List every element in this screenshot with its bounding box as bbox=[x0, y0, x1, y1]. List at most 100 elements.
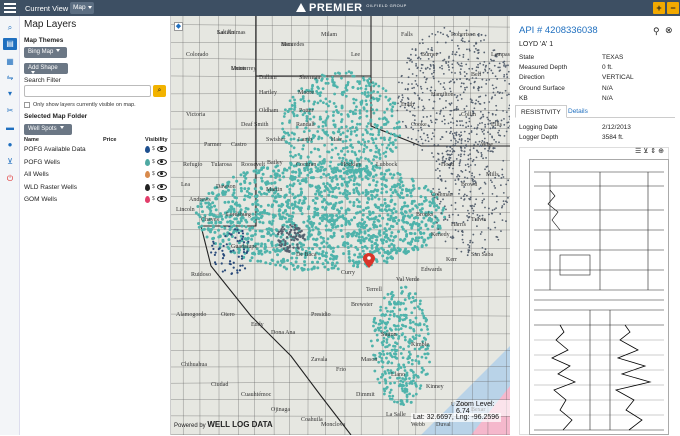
county-label: Cuauhtémoc bbox=[241, 392, 272, 398]
detail-value: N/A bbox=[602, 95, 613, 102]
county-label: Falls bbox=[401, 32, 413, 38]
user-icon[interactable]: ● bbox=[3, 139, 17, 151]
eye-pupil bbox=[160, 172, 163, 175]
eye-icon[interactable] bbox=[157, 171, 167, 177]
tools-icon[interactable]: ✂ bbox=[3, 105, 17, 117]
county-label: Guadalupe bbox=[231, 244, 257, 250]
log-tools-icon[interactable]: ☰ ⊻ ⇕ ⊕ bbox=[635, 147, 664, 155]
folder-select-button[interactable]: Well Spots bbox=[24, 124, 72, 135]
county-label: Randall bbox=[296, 122, 315, 128]
county-label: Edwards bbox=[421, 267, 443, 273]
county-label: Bell bbox=[471, 72, 481, 78]
folder-select-label: Well Spots bbox=[28, 126, 57, 132]
grid-icon[interactable]: ▦ bbox=[3, 56, 17, 68]
pin-icon[interactable]: ⚲ bbox=[653, 26, 660, 37]
power-icon[interactable]: ⏻ bbox=[3, 173, 17, 185]
county-label: Zavala bbox=[311, 357, 328, 363]
bing-map-button[interactable]: Bing Map bbox=[24, 47, 67, 58]
county-label: Martin bbox=[266, 187, 282, 193]
layer-color-icon bbox=[145, 196, 150, 203]
tab-details[interactable]: Details bbox=[563, 105, 593, 118]
icon-sidebar: ⌕ ▤ ▦ ⇋ ▾ ✂ ▬ ● ⊻ ⏻ bbox=[0, 16, 20, 435]
price-tag-icon[interactable]: $ bbox=[152, 146, 155, 152]
county-label: Deaf Smith bbox=[241, 121, 269, 128]
county-label: Moore bbox=[298, 90, 314, 96]
county-label: Kerr bbox=[446, 257, 457, 263]
panel-title: Map Layers bbox=[24, 19, 76, 30]
powered-by-label: Powered by bbox=[174, 423, 206, 429]
layer-name: POFG Available Data bbox=[24, 146, 86, 153]
county-label: Brooks bbox=[416, 212, 434, 218]
visible-only-checkbox[interactable] bbox=[24, 102, 30, 108]
tab-resistivity[interactable]: RESISTIVITY bbox=[515, 105, 567, 118]
county-label: Hood bbox=[441, 162, 454, 168]
api-number[interactable]: API # 4208336038 bbox=[519, 25, 598, 36]
county-label: Llano bbox=[391, 372, 405, 378]
price-tag-icon[interactable]: $ bbox=[152, 171, 155, 177]
layer-row[interactable]: All Wells$ bbox=[24, 169, 167, 181]
map-canvas[interactable]: Las AnimasBacaUnionDallamShermanHartleyM… bbox=[171, 16, 510, 435]
layer-color-icon bbox=[145, 146, 150, 153]
chevron-down-icon bbox=[31, 71, 35, 74]
eye-icon[interactable] bbox=[157, 184, 167, 190]
logger-depth-label: Logger Depth bbox=[519, 134, 558, 141]
county-label: Ellis bbox=[491, 122, 503, 128]
folder-icon[interactable]: ▬ bbox=[3, 122, 17, 134]
county-label: Refugio bbox=[183, 161, 202, 168]
search-input[interactable] bbox=[24, 85, 151, 97]
eye-icon[interactable] bbox=[157, 159, 167, 165]
layer-row[interactable]: POFG Wells$ bbox=[24, 157, 167, 169]
county-label: Cooke bbox=[411, 122, 427, 128]
view-select[interactable]: Map bbox=[70, 2, 94, 14]
zoom-in-button[interactable]: + bbox=[653, 2, 665, 14]
brand-logo: PREMIER OILFIELD GROUP bbox=[296, 2, 407, 14]
map-layer-toggle-icon[interactable]: ◆ bbox=[174, 22, 183, 31]
county-label: Ruidoso bbox=[191, 272, 211, 278]
log-image[interactable] bbox=[529, 159, 669, 435]
county-label: Lubbock bbox=[376, 162, 397, 168]
search-button[interactable]: ⌕ bbox=[153, 85, 166, 97]
layers-icon[interactable]: ▤ bbox=[3, 38, 17, 50]
layer-row[interactable]: WLD Raster Wells$ bbox=[24, 182, 167, 194]
detail-key: Direction bbox=[519, 74, 545, 81]
county-label: Ciudad bbox=[211, 382, 228, 388]
column-price: Price bbox=[103, 137, 116, 143]
layer-name: GOM Wells bbox=[24, 196, 57, 203]
map-svg[interactable]: Las AnimasBacaUnionDallamShermanHartleyM… bbox=[171, 16, 510, 435]
eye-icon[interactable] bbox=[157, 196, 167, 202]
add-shape-button[interactable]: Add Shape bbox=[24, 63, 68, 74]
county-label: Victoria bbox=[186, 112, 206, 118]
eye-icon[interactable] bbox=[157, 146, 167, 152]
county-label: Monterrey bbox=[231, 66, 256, 72]
brand-name: PREMIER bbox=[309, 2, 363, 14]
chevron-down-icon bbox=[88, 6, 92, 9]
county-label: Lea bbox=[181, 182, 190, 188]
price-tag-icon[interactable]: $ bbox=[152, 196, 155, 202]
menu-icon[interactable] bbox=[4, 3, 16, 13]
county-label: Tularosa bbox=[211, 162, 232, 168]
detail-row: KBN/A bbox=[519, 95, 669, 102]
search-icon[interactable]: ⌕ bbox=[3, 22, 17, 34]
county-label: Brewster bbox=[351, 302, 373, 308]
detail-row: Measured Depth0 ft. bbox=[519, 64, 669, 71]
logging-date-value: 2/12/2013 bbox=[602, 124, 631, 131]
chevron-down-icon bbox=[56, 49, 60, 52]
layer-row[interactable]: POFG Available Data $ bbox=[24, 144, 167, 156]
chevron-down-icon bbox=[60, 126, 64, 129]
themes-label: Map Themes bbox=[24, 37, 63, 44]
cart-icon[interactable]: ⊻ bbox=[3, 156, 17, 168]
county-label: San Saba bbox=[471, 252, 494, 258]
zoom-out-button[interactable]: − bbox=[667, 2, 679, 14]
filter-icon[interactable]: ▾ bbox=[3, 88, 17, 100]
layer-row[interactable]: GOM Wells $ bbox=[24, 194, 167, 206]
county-label: Saltillo bbox=[217, 30, 234, 36]
price-tag-icon[interactable]: $ bbox=[152, 184, 155, 190]
powered-by: Powered by WELL LOG DATA bbox=[174, 420, 273, 429]
price-tag-icon[interactable]: $ bbox=[152, 159, 155, 165]
close-icon[interactable]: ⊗ bbox=[665, 25, 673, 36]
county-label: Chaves bbox=[201, 217, 219, 223]
route-icon[interactable]: ⇋ bbox=[3, 72, 17, 84]
county-label: Potter bbox=[299, 108, 313, 114]
county-label: Lamb bbox=[298, 137, 312, 143]
county-label: Eddy bbox=[251, 322, 264, 328]
